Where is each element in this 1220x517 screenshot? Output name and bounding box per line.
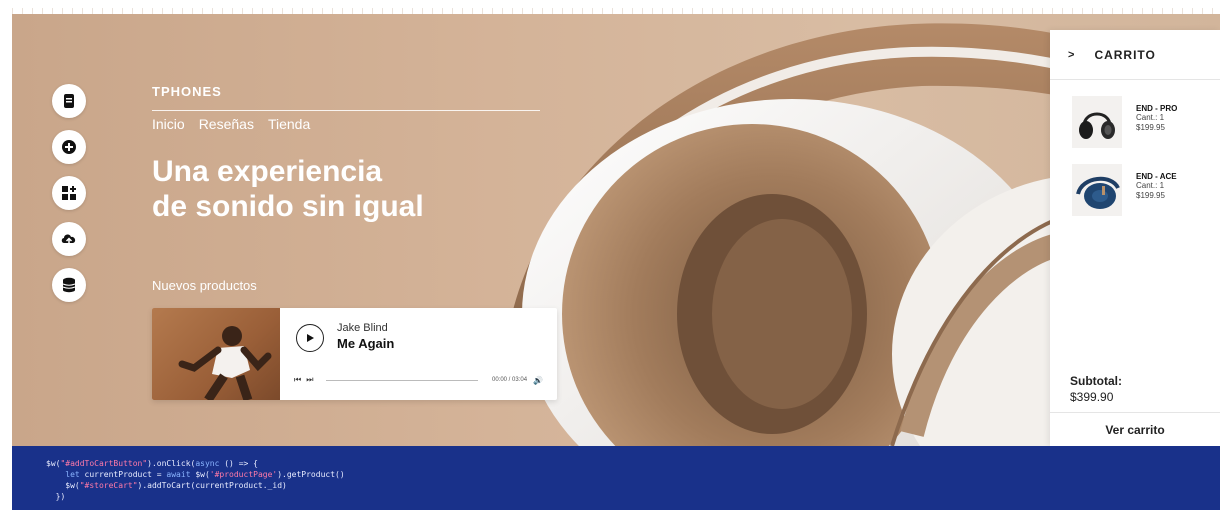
headline-line-1: Una experiencia	[152, 155, 383, 188]
brand-logo[interactable]: TPHONES	[152, 84, 222, 99]
album-art	[152, 308, 280, 400]
cart-item-name: END - ACE	[1136, 172, 1177, 181]
progress-bar[interactable]	[326, 379, 478, 381]
cart-item[interactable]: END - PRO Cant.: 1 $199.95	[1072, 96, 1220, 156]
product-thumbnail	[1072, 164, 1122, 216]
music-player: Jake Blind Me Again ⏮ ⏭ 00:00 / 03:04 🔊	[152, 308, 557, 400]
cart-item[interactable]: END - ACE Cant.: 1 $199.95	[1072, 164, 1220, 224]
headline-line-2: de sonido sin igual	[152, 190, 424, 223]
code-line: $w("#storeCart").addToCart(currentProduc…	[46, 481, 287, 490]
next-icon[interactable]: ⏭	[306, 375, 313, 385]
cart-item-price: $199.95	[1136, 123, 1165, 132]
player-body: Jake Blind Me Again ⏮ ⏭ 00:00 / 03:04 🔊	[280, 308, 557, 400]
hero-headline: Una experiencia de sonido sin igual	[152, 154, 552, 224]
nav-item-inicio[interactable]: Inicio	[152, 116, 185, 132]
track-title: Me Again	[337, 336, 395, 351]
artist-name: Jake Blind	[337, 322, 388, 334]
hero-banner: TPHONES Inicio Reseñas Tienda Una experi…	[12, 14, 1220, 446]
cart-item-price: $199.95	[1136, 191, 1165, 200]
new-products-label: Nuevos productos	[152, 278, 257, 293]
view-cart-button[interactable]: Ver carrito	[1050, 412, 1220, 446]
code-line: let currentProduct = await $w('#productP…	[65, 470, 345, 479]
page-icon[interactable]	[52, 84, 86, 118]
cart-panel: > CARRITO END - PRO Cant.: 1 $199.95 END…	[1050, 30, 1220, 446]
code-line: $w("#addToCartButton").onClick(async () …	[46, 459, 258, 468]
side-toolbar	[52, 84, 92, 302]
nav-item-tienda[interactable]: Tienda	[268, 116, 310, 132]
code-snippet: $w("#addToCartButton").onClick(async () …	[12, 446, 1220, 510]
apps-icon[interactable]	[52, 176, 86, 210]
runner-image	[178, 326, 272, 400]
blue-headphones-image	[1076, 177, 1120, 209]
previous-icon[interactable]: ⏮	[294, 375, 301, 385]
database-icon[interactable]	[52, 268, 86, 302]
product-thumbnail	[1072, 96, 1122, 148]
main-nav: Inicio Reseñas Tienda	[152, 116, 310, 132]
subtotal-label: Subtotal:	[1070, 374, 1122, 388]
cart-item-info: END - PRO Cant.: 1 $199.95	[1136, 104, 1177, 133]
cart-header: > CARRITO	[1050, 30, 1220, 80]
cart-item-info: END - ACE Cant.: 1 $199.95	[1136, 172, 1177, 201]
add-icon[interactable]	[52, 130, 86, 164]
upload-icon[interactable]	[52, 222, 86, 256]
play-button[interactable]	[296, 324, 324, 352]
code-line: })	[46, 492, 66, 501]
cart-item-qty: Cant.: 1	[1136, 113, 1165, 122]
time-readout: 00:00 / 03:04	[492, 377, 528, 383]
page: TPHONES Inicio Reseñas Tienda Una experi…	[0, 0, 1220, 517]
cart-item-name: END - PRO	[1136, 104, 1178, 113]
play-icon	[307, 334, 314, 342]
nav-item-resenas[interactable]: Reseñas	[199, 116, 254, 132]
cart-item-qty: Cant.: 1	[1136, 181, 1165, 190]
player-controls: ⏮ ⏭ 00:00 / 03:04 🔊	[294, 374, 543, 386]
collapse-cart-icon[interactable]: >	[1068, 49, 1074, 61]
black-headphones-image	[1079, 112, 1115, 139]
subtotal-value: $399.90	[1070, 390, 1114, 404]
volume-icon[interactable]: 🔊	[533, 376, 543, 385]
cart-title: CARRITO	[1094, 47, 1156, 62]
nav-divider	[152, 110, 540, 111]
